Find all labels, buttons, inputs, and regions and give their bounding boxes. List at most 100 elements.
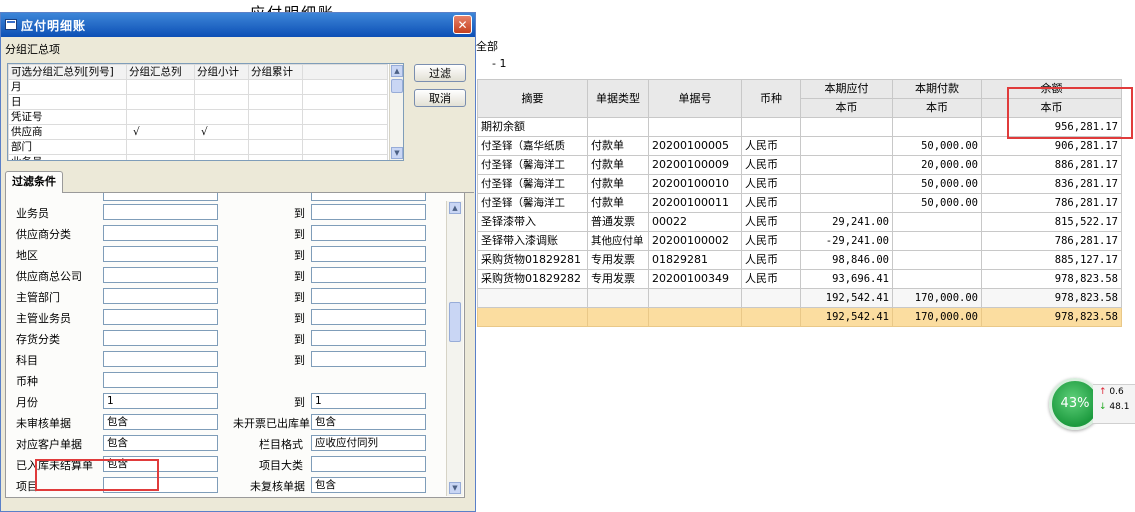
scroll-thumb[interactable] [391, 79, 403, 93]
row-doc-no: 20200100002 [648, 231, 742, 251]
unaudited-select[interactable]: 包含 [103, 414, 218, 430]
row-balance: 978,823.58 [981, 269, 1122, 289]
ledger-row[interactable]: 采购货物01829281 专用发票 01829281 人民币 98,846.00 885,… [477, 250, 1122, 270]
row-paid: 50,000.00 [892, 136, 982, 156]
to-label: 到 [294, 270, 305, 283]
scroll-up-icon[interactable]: ▲ [449, 202, 461, 214]
supplier-hq-from-field[interactable] [103, 267, 218, 283]
group-row-subtotal-check[interactable] [194, 109, 249, 125]
group-row-subtotal-check[interactable] [194, 139, 249, 155]
ledger-row[interactable]: 采购货物01829282 专用发票 20200100349 人民币 93,696.41 9… [477, 269, 1122, 289]
supplier-class-from-field[interactable] [103, 225, 218, 241]
window-icon [5, 19, 17, 30]
ledger-row[interactable]: 付圣铎（馨海洋工 付款单 20200100009 人民币 20,000.00 886,28… [477, 155, 1122, 175]
row-payable: 29,241.00 [800, 212, 893, 232]
ledger-row[interactable]: 付圣铎（馨海洋工 付款单 20200100011 人民币 50,000.00 786,28… [477, 193, 1122, 213]
row-summary: 圣铎带入漆调账 [477, 231, 588, 251]
group-list-row[interactable]: 供应商 √ √ [8, 124, 388, 140]
supplier-hq-to-field[interactable] [311, 267, 426, 283]
total-paid: 170,000.00 [892, 307, 982, 327]
group-row-subtotal-check[interactable] [194, 94, 249, 110]
row-currency: 人民币 [741, 231, 801, 251]
dept-from-field[interactable] [103, 193, 218, 201]
group-list-row[interactable]: 部门 [8, 139, 388, 155]
ledger-row[interactable]: 圣铎带入漆调账 其他应付单 20200100002 人民币 -29,241.00 786,… [477, 231, 1122, 251]
scroll-thumb[interactable] [449, 302, 461, 342]
item-category-field[interactable] [311, 456, 426, 472]
group-list-row[interactable]: 月 [8, 79, 388, 95]
scroll-up-icon[interactable]: ▲ [391, 65, 403, 77]
col-doctype-header: 单据类型 [587, 79, 649, 118]
region-to-field[interactable] [311, 246, 426, 262]
month-to-field[interactable]: 1 [311, 393, 426, 409]
filter-panel-scrollbar[interactable]: ▲ ▼ [446, 201, 463, 496]
customer-docs-select[interactable]: 包含 [103, 435, 218, 451]
col-paid-header: 本期付款 [892, 79, 982, 99]
region-from-field[interactable] [103, 246, 218, 262]
group-list-row[interactable]: 凭证号 [8, 109, 388, 125]
dialog-titlebar[interactable]: 应付明细账 ✕ [1, 13, 475, 37]
row-balance: 886,281.17 [981, 155, 1122, 175]
group-row-subtotal-check[interactable] [194, 154, 249, 160]
group-row-cumulative-check[interactable] [248, 79, 303, 95]
row-summary: 付圣铎（馨海洋工 [477, 155, 588, 175]
group-row-sum-check[interactable]: √ [126, 124, 195, 140]
close-button[interactable]: ✕ [453, 15, 472, 34]
inventory-class-to-field[interactable] [311, 330, 426, 346]
mgmt-dept-from-field[interactable] [103, 288, 218, 304]
group-list-row[interactable]: 日 [8, 94, 388, 110]
group-row-name: 业务员 [8, 154, 127, 160]
inventory-class-from-field[interactable] [103, 330, 218, 346]
group-list-row[interactable]: 业务员 [8, 154, 388, 160]
total-row[interactable]: 192,542.41 170,000.00 978,823.58 [477, 307, 1122, 327]
group-row-sum-check[interactable] [126, 109, 195, 125]
supplier-class-to-field[interactable] [311, 225, 426, 241]
salesman-from-field[interactable] [103, 204, 218, 220]
column-format-select[interactable]: 应收应付同列 [311, 435, 426, 451]
group-row-cumulative-check[interactable] [248, 139, 303, 155]
group-row-sum-check[interactable] [126, 154, 195, 160]
cancel-button[interactable]: 取消 [414, 89, 466, 107]
currency-field[interactable] [103, 372, 218, 388]
group-row-sum-check[interactable] [126, 139, 195, 155]
group-row-cumulative-check[interactable] [248, 154, 303, 160]
group-row-subtotal-check[interactable]: √ [194, 124, 249, 140]
group-row-name: 凭证号 [8, 109, 127, 125]
group-row-sum-check[interactable] [126, 94, 195, 110]
not-invoiced-select[interactable]: 包含 [311, 414, 426, 430]
group-columns-list[interactable]: 可选分组汇总列[列号] 分组汇总列 分组小计 分组累计 月日凭证号 供应商 √ √ 部门… [7, 63, 404, 161]
not-invoiced-label: 未开票已出库单 [233, 417, 310, 430]
subject-from-field[interactable] [103, 351, 218, 367]
scroll-down-icon[interactable]: ▼ [449, 482, 461, 494]
month-from-field[interactable]: 1 [103, 393, 218, 409]
group-row-cumulative-check[interactable] [248, 94, 303, 110]
unreviewed-select[interactable]: 包含 [311, 477, 426, 493]
row-summary: 圣铎漆带入 [477, 212, 588, 232]
group-list-scrollbar[interactable]: ▲ ▼ [389, 64, 403, 160]
filter-dialog: 应付明细账 ✕ 分组汇总项 可选分组汇总列[列号] 分组汇总列 分组小计 分组累… [0, 12, 476, 512]
group-row-sum-check[interactable] [126, 79, 195, 95]
dept-to-field[interactable] [311, 193, 426, 201]
mgmt-salesman-from-field[interactable] [103, 309, 218, 325]
ledger-row[interactable]: 付圣铎（嘉华纸质 付款单 20200100005 人民币 50,000.00 906,28… [477, 136, 1122, 156]
mgmt-salesman-to-field[interactable] [311, 309, 426, 325]
mgmt-dept-to-field[interactable] [311, 288, 426, 304]
group-row-subtotal-check[interactable] [194, 79, 249, 95]
subject-to-field[interactable] [311, 351, 426, 367]
ledger-row[interactable]: 付圣铎（馨海洋工 付款单 20200100010 人民币 50,000.00 836,28… [477, 174, 1122, 194]
group-row-cumulative-check[interactable] [248, 124, 303, 140]
ledger-row[interactable]: 圣铎漆带入 普通发票 00022 人民币 29,241.00 815,522.17 [477, 212, 1122, 232]
filter-button[interactable]: 过滤 [414, 64, 466, 82]
customer-docs-label: 对应客户单据 [16, 438, 82, 451]
salesman-to-field[interactable] [311, 204, 426, 220]
subtotal-row[interactable]: 192,542.41 170,000.00 978,823.58 [477, 288, 1122, 308]
row-doc-no: 00022 [648, 212, 742, 232]
subject-label: 科目 [16, 354, 38, 367]
inventory-class-label: 存货分类 [16, 333, 60, 346]
total-balance: 978,823.58 [981, 307, 1122, 327]
row-payable: 93,696.41 [800, 269, 893, 289]
group-row-cumulative-check[interactable] [248, 109, 303, 125]
scroll-down-icon[interactable]: ▼ [391, 147, 403, 159]
supplier-hq-label: 供应商总公司 [16, 270, 82, 283]
tab-filter-conditions[interactable]: 过滤条件 [5, 171, 63, 193]
